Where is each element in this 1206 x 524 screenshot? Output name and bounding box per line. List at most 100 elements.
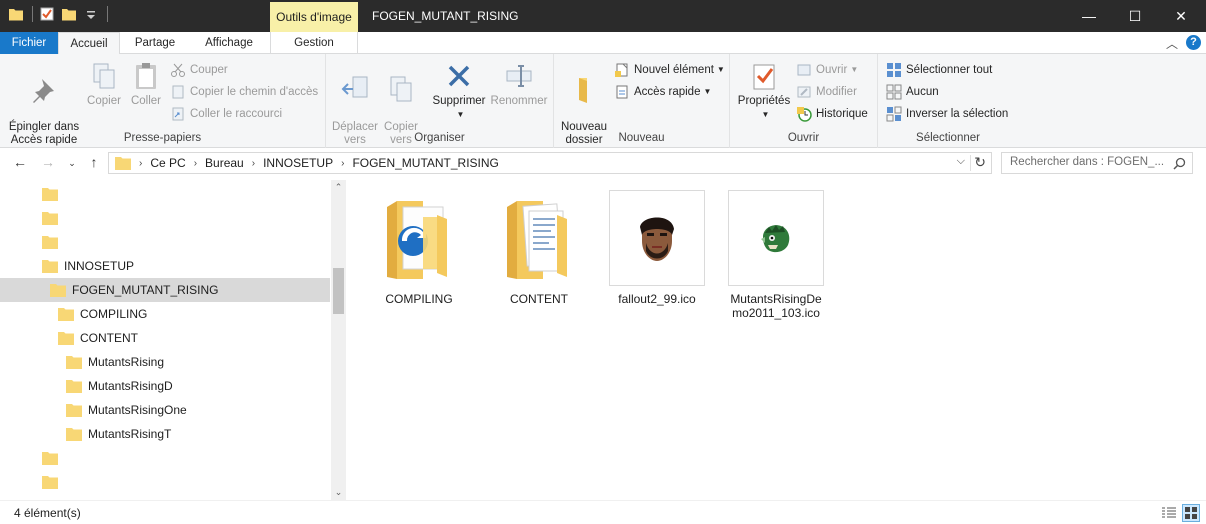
navigation-pane: INNOSETUP FOGEN_MUTANT_RISING COMPILING CON… xyxy=(0,180,346,513)
file-item[interactable]: MutantsRisingDemo2011_103.ico xyxy=(728,190,824,320)
properties-button[interactable]: Propriétés ▼ xyxy=(734,60,794,121)
large-icons-view-icon xyxy=(1185,507,1197,519)
ico-thumbnail xyxy=(728,190,824,286)
delete-button[interactable]: Supprimer ▼ xyxy=(430,60,488,121)
new-folder-icon xyxy=(579,78,587,103)
file-item[interactable]: COMPILING xyxy=(371,190,467,306)
file-item[interactable]: CONTENT xyxy=(491,190,587,306)
tree-item[interactable]: MutantsRisingOne xyxy=(0,398,330,422)
folder-docs-icon xyxy=(507,201,567,279)
tab-view[interactable]: Affichage xyxy=(190,32,268,54)
folder-icon xyxy=(58,331,74,345)
cut-button[interactable]: Couper xyxy=(170,60,228,80)
tree-item[interactable] xyxy=(0,206,330,230)
tree-item[interactable]: COMPILING xyxy=(0,302,330,326)
search-icon[interactable] xyxy=(1173,157,1186,170)
breadcrumb-fogen[interactable]: FOGEN_MUTANT_RISING xyxy=(352,156,498,170)
recent-locations-button[interactable]: ⌄ xyxy=(62,158,82,169)
large-icons-view-button[interactable] xyxy=(1182,504,1200,522)
clipboard-icon xyxy=(136,63,156,89)
folder-icon xyxy=(42,259,58,273)
open-button[interactable]: Ouvrir ▼ xyxy=(796,60,858,80)
tree-item-label: MutantsRisingOne xyxy=(88,403,187,417)
tree-item[interactable]: FOGEN_MUTANT_RISING xyxy=(0,278,330,302)
tab-manage[interactable]: Gestion xyxy=(270,32,358,54)
tree-item-label: INNOSETUP xyxy=(64,259,135,273)
file-item[interactable]: fallout2_99.ico xyxy=(609,190,705,306)
delete-icon xyxy=(448,65,470,87)
copy-button[interactable]: Copier xyxy=(84,60,124,108)
tree-item[interactable] xyxy=(0,182,330,206)
folder-thumbnail xyxy=(491,190,587,286)
paste-button[interactable]: Coller xyxy=(126,60,166,108)
tree-item[interactable]: CONTENT xyxy=(0,326,330,350)
edit-button[interactable]: Modifier xyxy=(796,82,857,102)
select-all-label: Sélectionner tout xyxy=(906,64,993,76)
maximize-button[interactable]: ☐ xyxy=(1112,0,1158,32)
forward-button[interactable]: → xyxy=(38,154,58,170)
folder-icon xyxy=(9,9,23,21)
copy-path-button[interactable]: Copier le chemin d'accès xyxy=(170,82,318,102)
collapse-ribbon-icon[interactable]: ︿ xyxy=(1166,35,1178,52)
paste-shortcut-button[interactable]: Coller le raccourci xyxy=(170,104,282,124)
help-icon[interactable]: ? xyxy=(1186,35,1201,50)
tab-file[interactable]: Fichier xyxy=(0,32,58,54)
up-button[interactable]: ↑ xyxy=(84,154,104,170)
contextual-tab-header: Outils d'image xyxy=(270,2,358,32)
tree-item[interactable] xyxy=(0,446,330,470)
tree-item[interactable]: MutantsRisingD xyxy=(0,374,330,398)
breadcrumb-innosetup[interactable]: INNOSETUP xyxy=(263,156,333,170)
select-none-button[interactable]: Aucun xyxy=(886,82,939,102)
move-to-icon xyxy=(341,76,368,98)
folder-icon xyxy=(50,283,66,297)
address-divider xyxy=(970,155,971,171)
properties-icon[interactable] xyxy=(39,6,55,22)
scroll-up-icon[interactable]: ⌃ xyxy=(331,180,346,195)
easy-access-button[interactable]: Accès rapide ▼ xyxy=(614,82,711,102)
tree-item[interactable]: MutantsRisingT xyxy=(0,422,330,446)
details-view-button[interactable] xyxy=(1160,504,1178,522)
cut-label: Couper xyxy=(190,64,228,76)
item-count: 4 élément(s) xyxy=(14,506,81,520)
search-input[interactable] xyxy=(1010,156,1170,168)
address-bar[interactable]: › Ce PC › Bureau › INNOSETUP › FOGEN_MUT… xyxy=(108,152,992,174)
customize-toolbar-icon[interactable] xyxy=(83,6,99,22)
new-item-button[interactable]: Nouvel élément ▼ xyxy=(614,60,725,80)
tree-item-label: MutantsRising xyxy=(88,355,165,369)
tree-item[interactable] xyxy=(0,470,330,494)
address-dropdown-icon[interactable]: ⌵ xyxy=(957,155,965,168)
tab-home[interactable]: Accueil xyxy=(58,32,120,55)
details-view-icon xyxy=(1162,507,1176,518)
open-label: Ouvrir xyxy=(816,64,848,76)
copy-icon xyxy=(93,63,115,89)
invert-selection-label: Inverser la sélection xyxy=(906,108,1009,120)
arrow-left-icon: ← xyxy=(13,154,27,170)
select-all-button[interactable]: Sélectionner tout xyxy=(886,60,992,80)
tab-share[interactable]: Partage xyxy=(124,32,186,54)
quick-access-toolbar xyxy=(8,6,108,22)
history-button[interactable]: Historique xyxy=(796,104,868,124)
tree-item-label: MutantsRisingT xyxy=(88,427,172,441)
refresh-icon[interactable]: ↻ xyxy=(974,154,986,171)
breadcrumb-this-pc[interactable]: Ce PC xyxy=(150,156,185,170)
tree-item[interactable]: INNOSETUP xyxy=(0,254,330,278)
rename-button[interactable]: Renommer xyxy=(488,60,550,108)
new-folder-icon[interactable] xyxy=(61,6,77,22)
tree-item[interactable] xyxy=(0,230,330,254)
scroll-down-icon[interactable]: ⌄ xyxy=(331,485,346,500)
ico-thumbnail xyxy=(609,190,705,286)
folder-icon xyxy=(115,156,131,170)
back-button[interactable]: ← xyxy=(10,154,30,170)
breadcrumb-desktop[interactable]: Bureau xyxy=(205,156,244,170)
arrow-right-icon: → xyxy=(41,154,55,170)
minimize-button[interactable]: — xyxy=(1066,0,1112,32)
folder-icon xyxy=(66,379,82,393)
close-button[interactable]: ✕ xyxy=(1158,0,1204,32)
folder-icon xyxy=(66,355,82,369)
tree-item[interactable]: MutantsRising xyxy=(0,350,330,374)
scroll-thumb[interactable] xyxy=(333,268,344,314)
search-box[interactable] xyxy=(1001,152,1193,174)
nav-scrollbar[interactable]: ⌃ ⌄ xyxy=(331,180,346,500)
invert-selection-button[interactable]: Inverser la sélection xyxy=(886,104,1008,124)
pin-icon xyxy=(33,79,54,103)
